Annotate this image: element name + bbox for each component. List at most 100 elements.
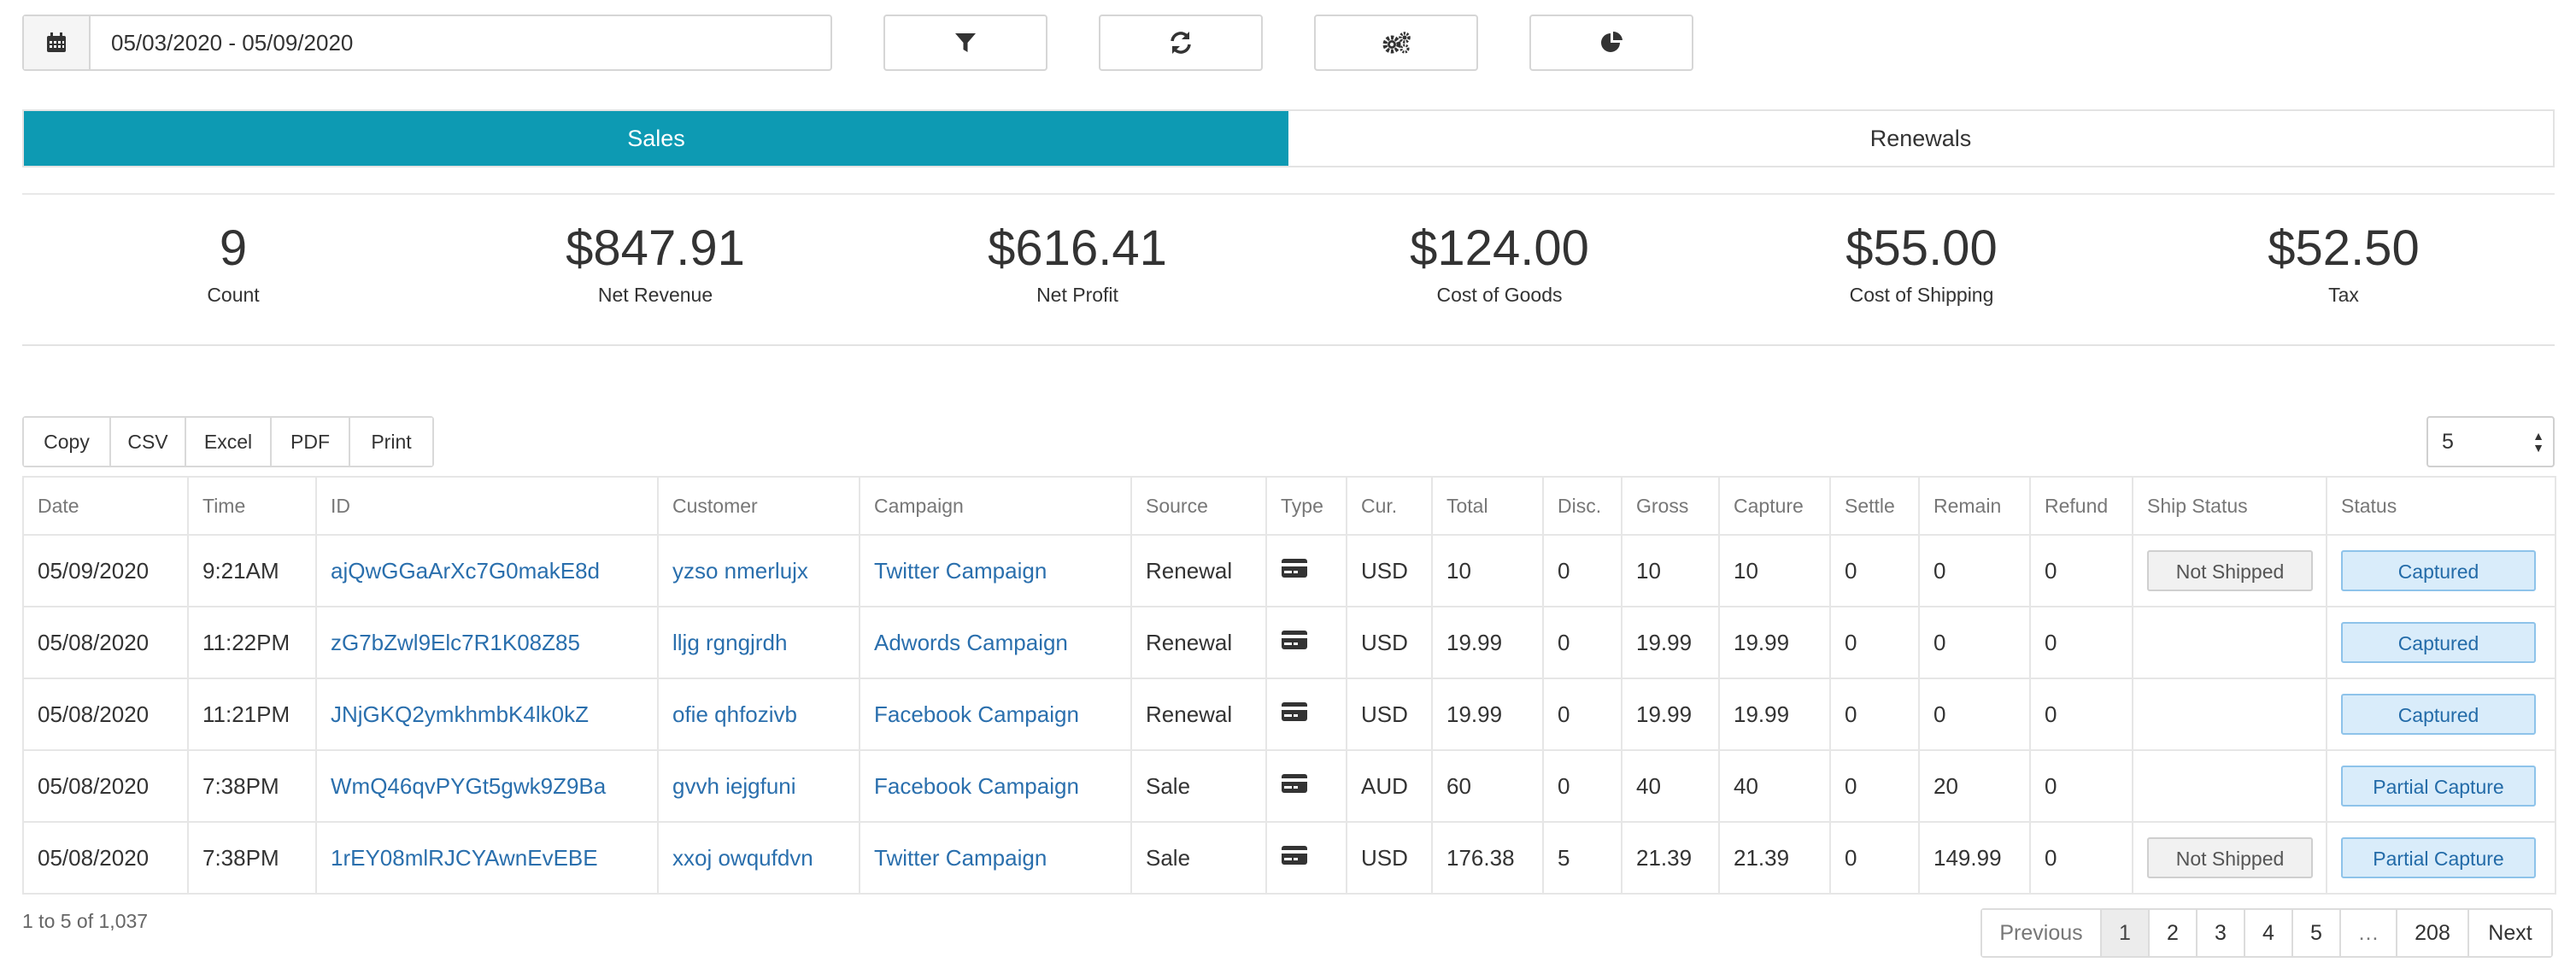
column-header-customer[interactable]: Customer — [657, 476, 860, 536]
cell-capture: 21.39 — [1718, 821, 1831, 895]
column-header-remain[interactable]: Remain — [1918, 476, 2031, 536]
customer-link[interactable]: xxoj owqufdvn — [657, 821, 860, 895]
credit-card-icon — [1281, 701, 1308, 727]
cell-type — [1265, 606, 1347, 679]
column-header-time[interactable]: Time — [187, 476, 317, 536]
table-row[interactable]: 05/08/2020 7:38PM 1rEY08mlRJCYAwnEvEBE xxoj… — [22, 821, 2556, 895]
cell-status: Captured — [2326, 678, 2556, 751]
customer-link[interactable]: gvvh iejgfuni — [657, 749, 860, 823]
column-header-campaign[interactable]: Campaign — [859, 476, 1132, 536]
column-header-source[interactable]: Source — [1130, 476, 1267, 536]
previous-page-button[interactable]: Previous — [1982, 910, 2102, 956]
cell-gross: 21.39 — [1621, 821, 1720, 895]
cell-currency: USD — [1346, 534, 1433, 607]
customer-link[interactable]: yzso nmerlujx — [657, 534, 860, 607]
calendar-icon[interactable] — [24, 16, 91, 69]
column-header-status[interactable]: Status — [2326, 476, 2556, 536]
table-row[interactable]: 05/09/2020 9:21AM ajQwGGaArXc7G0makE8d yzso… — [22, 534, 2556, 607]
customer-link[interactable]: lljg rgngjrdh — [657, 606, 860, 679]
stat-value: $124.00 — [1410, 220, 1589, 276]
column-header-settle[interactable]: Settle — [1829, 476, 1920, 536]
campaign-link[interactable]: Twitter Campaign — [859, 534, 1132, 607]
column-header-discount[interactable]: Disc. — [1542, 476, 1622, 536]
export-button-group: Copy CSV Excel PDF Print — [22, 416, 434, 467]
credit-card-icon — [1281, 558, 1308, 584]
cell-time: 7:38PM — [187, 821, 317, 895]
page-button-4[interactable]: 4 — [2245, 910, 2293, 956]
ship-status-badge: Not Shipped — [2147, 550, 2313, 591]
cell-settle: 0 — [1829, 534, 1920, 607]
tab-sales[interactable]: Sales — [24, 111, 1288, 166]
tab-renewals[interactable]: Renewals — [1288, 111, 2553, 166]
column-header-ship-status[interactable]: Ship Status — [2132, 476, 2327, 536]
stat-label: Net Revenue — [597, 284, 713, 306]
order-id-link[interactable]: WmQ46qvPYGt5gwk9Z9Ba — [315, 749, 659, 823]
cell-gross: 19.99 — [1621, 606, 1720, 679]
cell-total: 176.38 — [1431, 821, 1544, 895]
column-header-date[interactable]: Date — [22, 476, 189, 536]
page-button-2[interactable]: 2 — [2150, 910, 2198, 956]
gears-icon — [1382, 32, 1411, 54]
cell-ship-status: Not Shipped — [2132, 534, 2327, 607]
csv-button[interactable]: CSV — [111, 418, 186, 466]
stat-tax: $52.50 Tax — [2133, 205, 2555, 333]
stat-value: 9 — [219, 220, 248, 276]
order-id-link[interactable]: zG7bZwl9Elc7R1K08Z85 — [315, 606, 659, 679]
table-row[interactable]: 05/08/2020 7:38PM WmQ46qvPYGt5gwk9Z9Ba gvvh… — [22, 749, 2556, 823]
table-row[interactable]: 05/08/2020 11:22PM zG7bZwl9Elc7R1K08Z85 llj… — [22, 606, 2556, 679]
select-arrows-icon: ▲ ▼ — [2532, 429, 2544, 455]
cell-source: Renewal — [1130, 534, 1267, 607]
status-badge: Partial Capture — [2341, 837, 2536, 878]
campaign-link[interactable]: Facebook Campaign — [859, 678, 1132, 751]
customer-link[interactable]: ofie qhfozivb — [657, 678, 860, 751]
stat-cost-of-goods: $124.00 Cost of Goods — [1288, 205, 1710, 333]
column-header-type[interactable]: Type — [1265, 476, 1347, 536]
page-button-5[interactable]: 5 — [2293, 910, 2341, 956]
table-row[interactable]: 05/08/2020 11:21PM JNjGKQ2ymkhmbK4lk0kZ ofi… — [22, 678, 2556, 751]
page-ellipsis: … — [2341, 910, 2397, 956]
settings-button[interactable] — [1314, 15, 1478, 71]
pdf-button[interactable]: PDF — [272, 418, 350, 466]
stat-net-revenue: $847.91 Net Revenue — [444, 205, 866, 333]
order-id-link[interactable]: 1rEY08mlRJCYAwnEvEBE — [315, 821, 659, 895]
stat-label: Cost of Shipping — [1849, 284, 1994, 306]
divider — [22, 193, 2555, 195]
campaign-link[interactable]: Facebook Campaign — [859, 749, 1132, 823]
table-info: 1 to 5 of 1,037 — [22, 910, 149, 932]
page-button-3[interactable]: 3 — [2198, 910, 2245, 956]
page-button-1[interactable]: 1 — [2102, 910, 2150, 956]
cell-total: 19.99 — [1431, 606, 1544, 679]
column-header-id[interactable]: ID — [315, 476, 659, 536]
cell-type — [1265, 678, 1347, 751]
cell-refund: 0 — [2029, 606, 2133, 679]
stat-value: $616.41 — [988, 220, 1167, 276]
cell-gross: 10 — [1621, 534, 1720, 607]
column-header-gross[interactable]: Gross — [1621, 476, 1720, 536]
date-range-value[interactable]: 05/03/2020 - 05/09/2020 — [91, 16, 353, 69]
page-size-select[interactable]: 5 ▲ ▼ — [2426, 416, 2555, 467]
order-id-link[interactable]: JNjGKQ2ymkhmbK4lk0kZ — [315, 678, 659, 751]
order-id-link[interactable]: ajQwGGaArXc7G0makE8d — [315, 534, 659, 607]
copy-button[interactable]: Copy — [24, 418, 111, 466]
cell-time: 7:38PM — [187, 749, 317, 823]
cell-capture: 40 — [1718, 749, 1831, 823]
excel-button[interactable]: Excel — [186, 418, 272, 466]
column-header-total[interactable]: Total — [1431, 476, 1544, 536]
cell-currency: AUD — [1346, 749, 1433, 823]
column-header-currency[interactable]: Cur. — [1346, 476, 1433, 536]
column-header-refund[interactable]: Refund — [2029, 476, 2133, 536]
campaign-link[interactable]: Twitter Campaign — [859, 821, 1132, 895]
next-page-button[interactable]: Next — [2469, 910, 2551, 956]
refresh-button[interactable] — [1099, 15, 1263, 71]
campaign-link[interactable]: Adwords Campaign — [859, 606, 1132, 679]
column-header-capture[interactable]: Capture — [1718, 476, 1831, 536]
cell-time: 11:22PM — [187, 606, 317, 679]
print-button[interactable]: Print — [350, 418, 432, 466]
page-button-208[interactable]: 208 — [2397, 910, 2469, 956]
chart-button[interactable] — [1529, 15, 1693, 71]
cell-remain: 0 — [1918, 606, 2031, 679]
cell-currency: USD — [1346, 678, 1433, 751]
status-badge: Captured — [2341, 550, 2536, 591]
filter-button[interactable] — [883, 15, 1047, 71]
date-range-picker[interactable]: 05/03/2020 - 05/09/2020 — [22, 15, 832, 71]
